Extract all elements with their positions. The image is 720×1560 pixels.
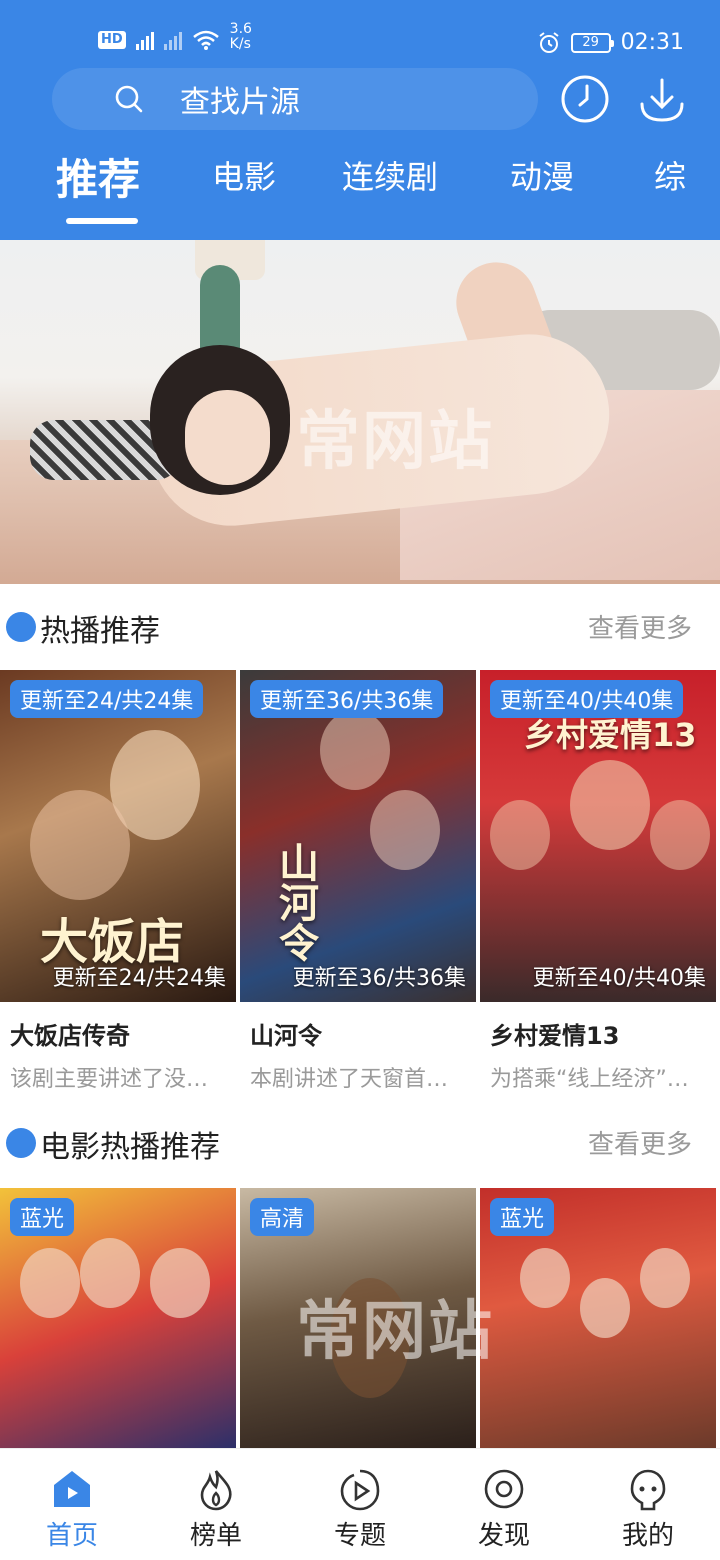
nav-home[interactable]: 首页 — [0, 1449, 144, 1560]
poster-title-art: 山河令 — [272, 842, 318, 962]
bottom-navigation: 首页 榜单 专题 发现 我的 — [0, 1448, 720, 1560]
hot-card-3[interactable]: 乡村爱情13 更新至40/共40集 更新至40/共40集 乡村爱情13 为搭乘“… — [480, 670, 716, 1093]
episode-badge: 更新至36/共36集 — [250, 680, 444, 718]
episode-badge: 更新至40/共40集 — [490, 680, 684, 718]
poster-image: 山河令 更新至36/共36集 更新至36/共36集 — [240, 670, 476, 1002]
poster-image: 蓝光 — [0, 1188, 236, 1450]
watermark: 常网站 — [296, 405, 494, 479]
section-dot-icon — [6, 1128, 36, 1158]
movie-card-1[interactable]: 蓝光 — [0, 1188, 236, 1450]
play-topic-icon — [340, 1469, 380, 1511]
nav-label: 发现 — [477, 1521, 530, 1551]
search-icon — [115, 85, 143, 113]
tab-anime[interactable]: 动漫 — [510, 152, 574, 198]
status-left: HD 3.6 K/s — [98, 22, 252, 52]
section-hot-title: 热播推荐 — [40, 614, 160, 649]
nav-label: 榜单 — [189, 1521, 242, 1551]
poster-image: 大饭店 更新至24/共24集 更新至24/共24集 — [0, 670, 236, 1002]
section-movie-more-link[interactable]: 查看更多 — [588, 1124, 692, 1161]
home-icon — [54, 1471, 90, 1507]
tab-series[interactable]: 连续剧 — [342, 152, 438, 198]
card-description: 该剧主要讲述了没有知识没有文化的... — [10, 1067, 226, 1092]
status-time: 02:31 — [620, 30, 684, 55]
nav-discover[interactable]: 发现 — [432, 1449, 576, 1560]
quality-badge: 蓝光 — [490, 1198, 555, 1236]
section-movie-title: 电影热播推荐 — [40, 1130, 220, 1165]
section-hot-header: 热播推荐 查看更多 — [0, 598, 720, 658]
search-bar[interactable]: 查找片源 — [52, 68, 538, 130]
card-title: 山河令 — [250, 1022, 322, 1050]
watermark: 常网站 — [296, 1295, 494, 1369]
hot-card-2[interactable]: 山河令 更新至36/共36集 更新至36/共36集 山河令 本剧讲述了天窗首领周… — [240, 670, 476, 1093]
hd-badge: HD — [98, 31, 126, 49]
nav-label: 我的 — [621, 1521, 674, 1551]
poster-image: 乡村爱情13 更新至40/共40集 更新至40/共40集 — [480, 670, 716, 1002]
section-movie-header: 电影热播推荐 查看更多 — [0, 1114, 720, 1174]
movie-card-3[interactable]: 蓝光 — [480, 1188, 716, 1450]
quality-badge: 高清 — [250, 1198, 315, 1236]
episode-caption: 更新至36/共36集 — [292, 966, 466, 991]
status-right: 29 02:31 — [537, 30, 684, 55]
episode-caption: 更新至24/共24集 — [52, 966, 226, 991]
tab-indicator — [66, 218, 138, 224]
category-tabs: 推荐 电影 连续剧 动漫 综 — [0, 146, 720, 226]
nav-topics[interactable]: 专题 — [288, 1449, 432, 1560]
nav-label: 专题 — [333, 1521, 386, 1551]
card-title: 大饭店传奇 — [10, 1022, 130, 1050]
battery-indicator: 29 — [570, 32, 614, 53]
network-speed-unit: K/s — [229, 36, 251, 52]
tab-recommend[interactable]: 推荐 — [56, 146, 140, 207]
episode-badge: 更新至24/共24集 — [10, 680, 204, 718]
signal-no-sim-icon — [163, 30, 182, 50]
download-icon[interactable] — [637, 74, 687, 124]
card-description: 本剧讲述了天窗首领周子舒... — [250, 1067, 466, 1092]
wifi-icon — [192, 30, 219, 50]
card-title: 乡村爱情13 — [490, 1022, 620, 1050]
tab-movie[interactable]: 电影 — [212, 152, 276, 198]
hero-banner[interactable]: 常网站 — [0, 240, 720, 584]
nav-profile[interactable]: 我的 — [576, 1449, 720, 1560]
fire-icon — [200, 1470, 232, 1511]
tab-variety[interactable]: 综 — [654, 152, 686, 198]
poster-image: 蓝光 — [480, 1188, 716, 1450]
history-clock-icon[interactable] — [560, 74, 610, 124]
network-speed-value: 3.6 — [229, 21, 252, 37]
alarm-icon — [538, 31, 559, 53]
status-bar: HD 3.6 K/s 29 02:31 — [0, 0, 720, 60]
banner-figure-face — [185, 390, 270, 485]
section-hot-more-link[interactable]: 查看更多 — [588, 608, 692, 645]
episode-caption: 更新至40/共40集 — [532, 966, 706, 991]
network-speed: 3.6 K/s — [230, 22, 252, 52]
nav-ranking[interactable]: 榜单 — [144, 1449, 288, 1560]
hot-card-1[interactable]: 大饭店 更新至24/共24集 更新至24/共24集 大饭店传奇 该剧主要讲述了没… — [0, 670, 236, 1093]
search-placeholder: 查找片源 — [180, 85, 300, 120]
profile-icon — [630, 1469, 666, 1511]
discover-icon — [484, 1469, 524, 1509]
quality-badge: 蓝光 — [10, 1198, 75, 1236]
card-description: 为搭乘“线上经济”的快车... — [490, 1067, 706, 1092]
signal-4g-icon — [135, 30, 154, 50]
nav-label: 首页 — [45, 1521, 98, 1551]
section-dot-icon — [6, 612, 36, 642]
app-header: HD 3.6 K/s 29 02:31 查找片源 推荐 电影 连续剧 动漫 综 — [0, 0, 720, 240]
